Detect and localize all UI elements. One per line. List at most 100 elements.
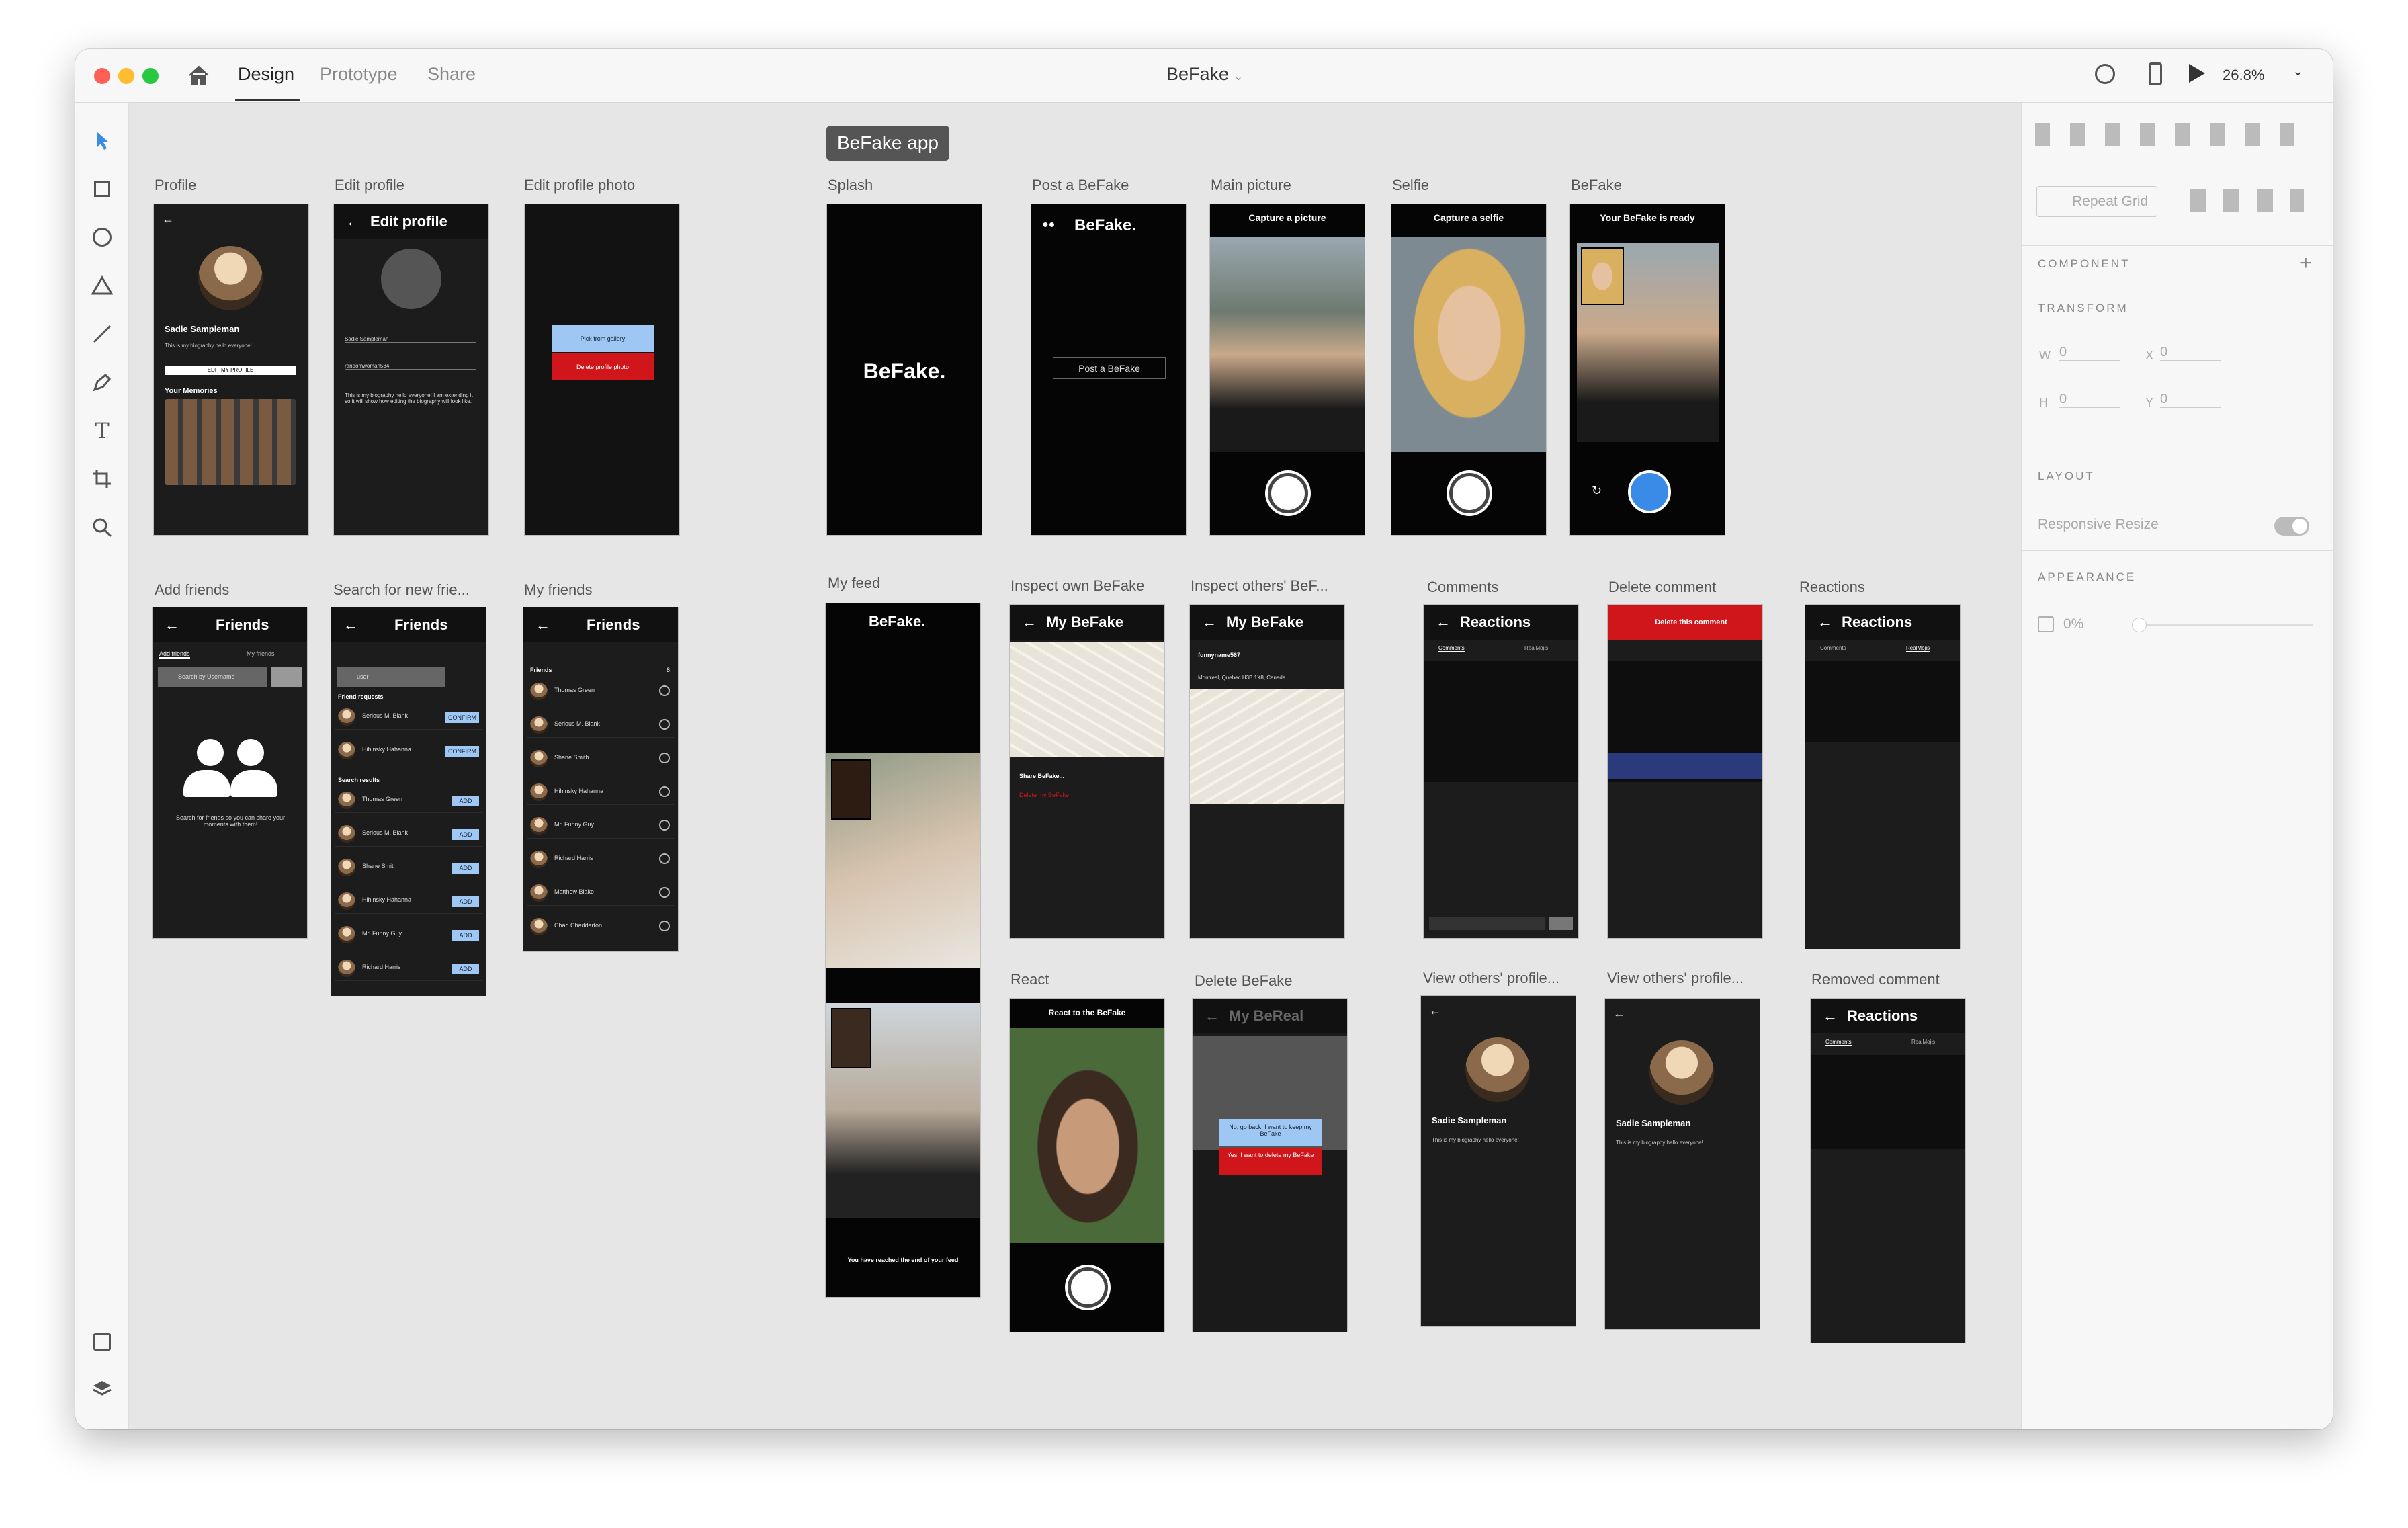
add-button[interactable]: ADD [452,796,479,806]
boolean-ops-icons[interactable] [2190,189,2304,212]
delete-befake-screen[interactable]: ← My BeReal No, go back, I want to keep m… [1192,998,1348,1332]
reactions-screen[interactable]: ← Reactions Comments RealMojis [1805,604,1961,949]
tab-prototype[interactable]: Prototype [320,64,398,85]
username-field[interactable]: randomwoman534 [345,363,476,370]
location-map[interactable] [1010,642,1164,757]
full-name-field[interactable]: Sadie Sampleman [345,336,476,343]
remove-friend-icon[interactable] [659,719,670,730]
responsive-resize-toggle[interactable] [2274,517,2309,536]
back-arrow-icon[interactable]: ← [1613,1007,1625,1021]
artboard-label-selfie[interactable]: Selfie [1392,177,1429,194]
remove-friend-icon[interactable] [659,685,670,696]
plugins-panel-icon[interactable] [90,1424,114,1429]
artboard-label-my-feed[interactable]: My feed [828,575,880,592]
confirm-button[interactable]: CONFIRM [445,712,479,723]
list-item[interactable]: Hihinsky Hahanna CONFIRM [335,736,482,763]
artboard-tool-icon[interactable] [90,467,114,491]
zoom-window-button[interactable] [142,68,159,84]
list-item[interactable]: Chad Chadderton [527,912,674,939]
share-user-icon[interactable] [2095,64,2115,84]
artboard-group-label[interactable]: BeFake app [826,126,949,161]
delete-befake-button[interactable]: Yes, I want to delete my BeFake [1219,1148,1322,1175]
zoom-level[interactable]: 26.8% [2223,67,2264,84]
remove-friend-icon[interactable] [659,753,670,763]
list-item[interactable]: Serious M. Blank [527,711,674,738]
location-map[interactable] [1190,689,1344,804]
edit-profile-photo-screen[interactable]: Pick from gallery Delete profile photo [524,204,680,536]
tab-share[interactable]: Share [427,64,476,85]
remove-friend-icon[interactable] [659,853,670,864]
artboard-label-delete-comment[interactable]: Delete comment [1608,579,1716,596]
add-button[interactable]: ADD [452,964,479,974]
edit-my-profile-button[interactable]: EDIT MY PROFILE [165,366,296,375]
delete-comment-screen[interactable]: Delete this comment [1607,604,1763,939]
tab-design[interactable]: Design [238,64,294,85]
shutter-button[interactable] [1449,473,1490,513]
share-befake-link[interactable]: Share BeFake... [1019,773,1064,779]
text-tool-icon[interactable]: T [90,418,114,443]
remove-friend-icon[interactable] [659,887,670,898]
list-item[interactable]: Hihinsky Hahanna ADD [335,887,482,914]
y-field[interactable]: 0 [2160,392,2221,408]
list-item[interactable]: Shane Smith ADD [335,853,482,880]
list-item[interactable]: Shane Smith [527,745,674,771]
artboard-label-my-friends[interactable]: My friends [524,581,592,599]
artboard-label-befake[interactable]: BeFake [1571,177,1622,194]
tab-my-friends[interactable]: My friends [247,650,275,657]
send-icon[interactable] [1628,470,1671,513]
artboard-label-view-others-1[interactable]: View others' profile... [1423,970,1559,987]
inspect-others-screen[interactable]: ← My BeFake funnyname567 Montreal, Quebec… [1189,604,1345,939]
artboard-label-edit-profile-photo[interactable]: Edit profile photo [524,177,635,194]
minimize-window-button[interactable] [118,68,134,84]
splash-screen[interactable]: BeFake. [826,204,982,536]
list-item[interactable]: Matthew Blake [527,879,674,906]
list-item[interactable]: Thomas Green ADD [335,786,482,813]
assets-panel-icon[interactable] [90,1330,114,1354]
artboard-label-delete-befake[interactable]: Delete BeFake [1195,972,1293,990]
remove-friend-icon[interactable] [659,921,670,931]
add-button[interactable]: ADD [452,930,479,941]
selected-comment[interactable] [1608,753,1762,779]
back-arrow-icon[interactable]: ← [346,213,361,230]
list-item[interactable]: Mr. Funny Guy [527,812,674,839]
comment-input[interactable] [1429,917,1545,930]
tab-realmojis[interactable]: RealMojis [1911,1039,1935,1045]
confirm-button[interactable]: CONFIRM [445,746,479,757]
list-item[interactable]: Richard Harris [527,845,674,872]
artboard-label-removed-comment[interactable]: Removed comment [1811,971,1940,988]
add-button[interactable]: ADD [452,829,479,840]
post-befake-screen[interactable]: BeFake. ●● Post a BeFake [1031,204,1187,536]
repeat-grid-button[interactable]: Repeat Grid [2036,186,2157,217]
list-item[interactable]: Hihinsky Hahanna [527,778,674,805]
search-friends-screen[interactable]: ← Friends user Friend requests Serious M.… [331,607,486,996]
width-field[interactable]: 0 [2059,345,2120,361]
camera-avatar-icon[interactable] [381,249,441,309]
list-item[interactable]: Serious M. Blank ADD [335,820,482,847]
list-item[interactable]: Serious M. Blank CONFIRM [335,703,482,730]
search-input[interactable]: Search by Username [158,667,267,687]
artboard-label-post[interactable]: Post a BeFake [1032,177,1129,194]
my-feed-screen[interactable]: BeFake. You have reached the end of your… [825,603,981,1298]
profile-screen[interactable]: ← Sadie Sampleman This is my biography h… [153,204,309,536]
back-arrow-icon[interactable]: ← [1429,1004,1441,1018]
delete-my-befake-link[interactable]: Delete my BeFake [1019,792,1069,798]
close-window-button[interactable] [94,68,110,84]
realmoji-list[interactable] [1805,661,1960,742]
artboard-label-react[interactable]: React [1010,971,1049,988]
add-button[interactable]: ADD [452,863,479,874]
artboard-label-reactions[interactable]: Reactions [1799,579,1865,596]
tab-comments[interactable]: Comments [1438,645,1465,652]
zoom-tool-icon[interactable] [90,515,114,540]
artboard-label-view-others-2[interactable]: View others' profile... [1607,970,1744,987]
list-item[interactable]: Thomas Green [527,677,674,704]
inspect-own-screen[interactable]: ← My BeFake Share BeFake... Delete my BeF… [1009,604,1165,939]
tab-realmojis[interactable]: RealMojis [1524,645,1548,651]
design-canvas[interactable]: BeFake app Profile ← Sadie Sampleman Thi… [129,103,2021,1429]
play-icon[interactable] [2189,64,2205,83]
opacity-value[interactable]: 0% [2063,616,2083,632]
view-others-profile-screen[interactable]: ← Sadie Sampleman This is my biography h… [1420,995,1576,1327]
remove-friend-icon[interactable] [659,786,670,797]
keep-befake-button[interactable]: No, go back, I want to keep my BeFake [1219,1119,1322,1146]
remove-friend-icon[interactable] [659,820,670,831]
add-component-icon[interactable]: + [2300,252,2312,275]
